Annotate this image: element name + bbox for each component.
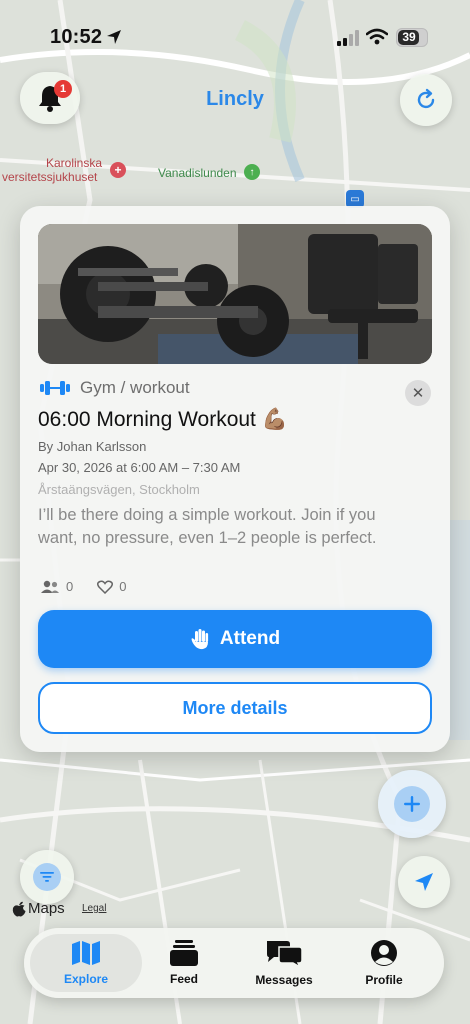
more-details-button[interactable]: More details <box>38 682 432 734</box>
hospital-pin-icon[interactable]: + <box>110 162 126 178</box>
attendees-count: 0 <box>66 579 74 594</box>
gym-photo <box>38 224 432 364</box>
tab-messages[interactable]: Messages <box>234 934 334 992</box>
location-arrow-icon <box>107 30 121 44</box>
status-time: 10:52 <box>50 26 103 48</box>
location-arrow-icon <box>415 873 433 891</box>
wifi-icon <box>366 28 388 45</box>
add-event-button[interactable] <box>378 770 446 838</box>
battery-level: 39 <box>402 30 416 44</box>
category-label: Gym / workout <box>80 378 190 397</box>
more-details-label: More details <box>182 697 288 718</box>
map-label-hospital-line2: versitetssjukhuset <box>2 170 98 184</box>
messages-icon <box>267 941 303 967</box>
park-pin-icon[interactable]: ↑ <box>244 164 260 180</box>
event-stats: 0 0 <box>40 579 126 594</box>
hand-raised-icon <box>191 629 209 650</box>
close-icon: ✕ <box>411 385 425 402</box>
map-label-park: Vanadislunden <box>158 166 237 180</box>
tab-feed[interactable]: Feed <box>134 934 234 992</box>
dumbbell-icon <box>40 381 70 395</box>
tab-explore[interactable]: Explore <box>30 934 142 992</box>
event-photo <box>38 224 432 364</box>
close-card-button[interactable]: ✕ <box>405 380 431 406</box>
event-address: Årstaängsvägen, Stockholm <box>38 482 200 497</box>
feed-icon <box>170 940 198 966</box>
attend-label: Attend <box>219 628 281 649</box>
profile-icon <box>371 940 397 966</box>
people-icon <box>41 580 59 593</box>
heart-icon[interactable] <box>97 580 114 594</box>
tab-profile[interactable]: Profile <box>334 934 434 992</box>
cellular-signal-icon <box>337 30 359 46</box>
maps-attribution: Maps <box>12 900 65 917</box>
tab-feed-label: Feed <box>169 972 198 986</box>
apple-logo-icon <box>12 901 26 916</box>
plus-icon <box>404 796 420 812</box>
attend-button[interactable]: Attend <box>38 610 432 668</box>
tab-profile-label: Profile <box>365 973 403 987</box>
locate-me-button[interactable] <box>398 856 450 908</box>
legal-link[interactable]: Legal <box>82 903 106 914</box>
map-label-hospital: Karolinska <box>46 156 103 170</box>
battery-icon: 39 <box>396 28 428 47</box>
event-description: I’ll be there doing a simple workout. Jo… <box>38 506 377 547</box>
event-datetime: Apr 30, 2026 at 6:00 AM – 7:30 AM <box>38 460 241 475</box>
maps-brand-text: Maps <box>28 900 65 917</box>
event-title: 06:00 Morning Workout 💪🏽 <box>38 408 288 431</box>
filter-button[interactable] <box>20 850 74 904</box>
map-icon <box>72 941 100 965</box>
event-card[interactable]: Gym / workout ✕ 06:00 Morning Workout 💪🏽… <box>20 206 450 752</box>
refresh-button[interactable] <box>400 74 452 126</box>
event-category: Gym / workout <box>40 378 190 398</box>
filter-icon <box>40 872 54 882</box>
status-bar: 10:52 39 <box>0 22 470 56</box>
tab-explore-label: Explore <box>63 972 108 986</box>
refresh-icon <box>417 88 435 109</box>
tab-messages-label: Messages <box>255 973 313 987</box>
event-organizer: By Johan Karlsson <box>38 439 147 454</box>
tab-bar: Explore Feed Messages Profile <box>24 928 444 998</box>
likes-count: 0 <box>119 579 127 594</box>
